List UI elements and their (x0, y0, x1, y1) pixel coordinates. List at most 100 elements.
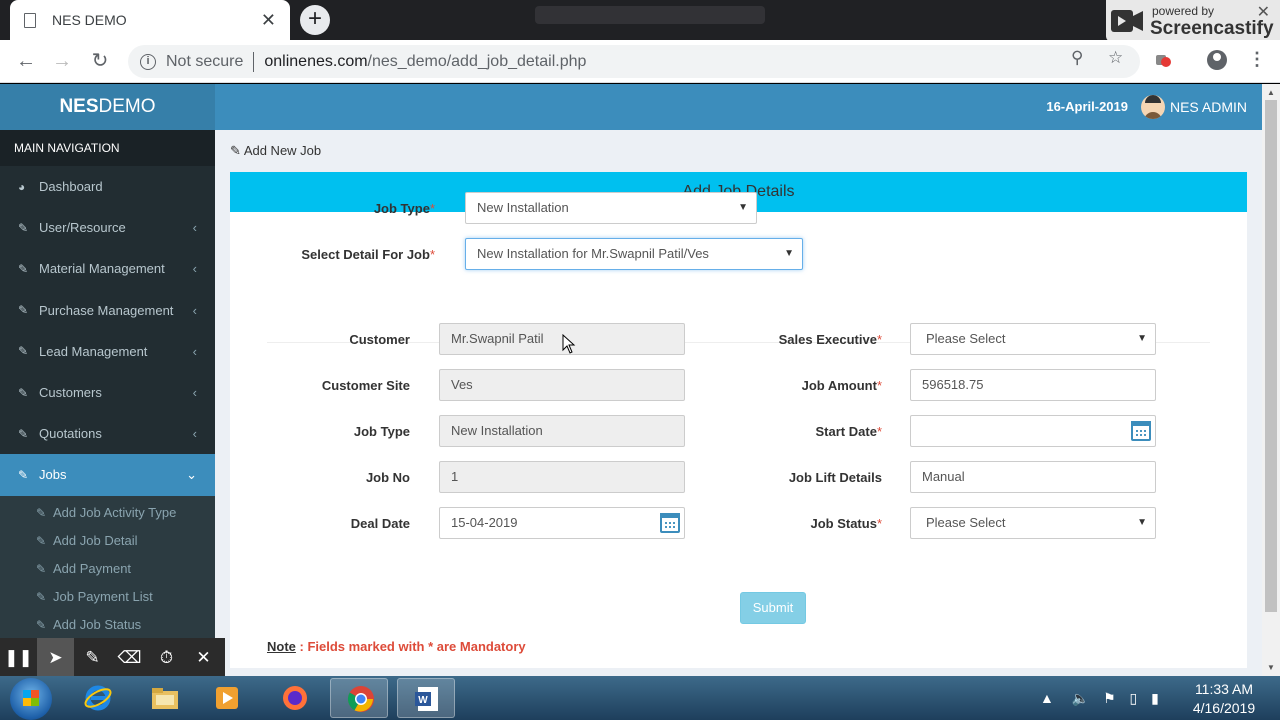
close-icon[interactable]: ✕ (1257, 2, 1270, 22)
chevron-left-icon: ‹ (192, 426, 197, 442)
sidebar-item-user-resource[interactable]: ✎ User/Resource ‹ (0, 207, 215, 248)
main-content: ✎ Add New Job Add Job Details Job Type* … (215, 130, 1262, 676)
new-tab-button[interactable]: + (300, 5, 330, 35)
start-button[interactable] (10, 678, 52, 720)
logo-bold: NES (59, 96, 99, 117)
scroll-down-icon[interactable]: ▼ (1267, 663, 1275, 672)
customer-site-field[interactable]: Ves (439, 369, 685, 401)
customer-label: Customer (349, 332, 410, 347)
start-date-field[interactable] (910, 415, 1156, 447)
edit-icon: ✎ (36, 589, 47, 604)
user-name[interactable]: NES ADMIN (1170, 99, 1247, 115)
sidebar-item-dashboard[interactable]: ◕ Dashboard (0, 166, 215, 207)
scroll-up-icon[interactable]: ▲ (1267, 88, 1275, 97)
show-hidden-icons-icon[interactable]: ▲ (1040, 690, 1054, 706)
sidebar-item-customers[interactable]: ✎ Customers ‹ (0, 372, 215, 413)
select-value: New Installation (477, 200, 569, 215)
sidebar-subitem-add-job-detail[interactable]: ✎ Add Job Detail (0, 527, 215, 555)
taskbar-clock[interactable]: 11:33 AM 4/16/2019 (1184, 680, 1264, 718)
chevron-left-icon: ‹ (192, 220, 197, 236)
clock-time: 11:33 AM (1194, 681, 1254, 697)
screencastify-logo-icon (1111, 10, 1143, 32)
start-date-label: Start Date* (730, 424, 882, 439)
windows-taskbar: W ▲ 🔈 ⚑ ▯ ▮ 11:33 AM 4/16/2019 (0, 676, 1280, 720)
address-bar: ← → ↻ i Not secure onlinenes.com/nes_dem… (0, 40, 1280, 83)
profile-icon[interactable] (1207, 50, 1227, 70)
taskbar-file-explorer[interactable] (135, 678, 193, 718)
document-icon (24, 12, 36, 28)
deal-date-field[interactable]: 15-04-2019 (439, 507, 685, 539)
job-amount-field[interactable]: 596518.75 (910, 369, 1156, 401)
close-tab-icon[interactable]: ✕ (261, 10, 276, 31)
caret-down-icon: ▼ (784, 248, 794, 259)
volume-icon[interactable]: 🔈 (1072, 690, 1089, 706)
power-icon[interactable]: ▯ (1130, 690, 1138, 706)
eraser-icon[interactable]: ⌫ (111, 638, 148, 678)
pointer-icon[interactable]: ➤ (37, 638, 74, 678)
submit-button[interactable]: Submit (740, 592, 806, 624)
browser-tab[interactable]: NES DEMO ✕ (10, 0, 290, 40)
edit-icon: ✎ (18, 344, 29, 359)
calendar-icon[interactable] (1131, 421, 1151, 441)
job-lift-details-label: Job Lift Details (788, 470, 882, 485)
taskbar-media-player[interactable] (197, 678, 255, 718)
sidebar-subitem-add-payment[interactable]: ✎ Add Payment (0, 555, 215, 583)
caret-down-icon: ▼ (738, 202, 748, 213)
sales-executive-select[interactable]: Please Select ▼ (910, 323, 1156, 355)
pause-icon[interactable]: ❚❚ (0, 638, 37, 678)
select-value: Please Select (926, 515, 1006, 530)
menu-icon[interactable]: ⋮ (1248, 49, 1266, 70)
app-logo[interactable]: NESDEMO (0, 84, 215, 130)
sidebar-subitem-job-payment-list[interactable]: ✎ Job Payment List (0, 583, 215, 611)
edit-icon: ✎ (18, 303, 29, 318)
zoom-icon[interactable]: ⚲ (1071, 48, 1083, 68)
sidebar-item-lead-management[interactable]: ✎ Lead Management ‹ (0, 331, 215, 372)
edit-icon: ✎ (230, 143, 241, 158)
edit-icon: ✎ (36, 617, 47, 632)
info-icon[interactable]: i (140, 53, 156, 70)
sidebar-item-quotations[interactable]: ✎ Quotations ‹ (0, 413, 215, 454)
required-mark: * (876, 332, 882, 347)
scrollbar-thumb[interactable] (1265, 100, 1277, 612)
sidebar-subitem-add-job-status[interactable]: ✎ Add Job Status (0, 611, 215, 639)
taskbar-internet-explorer[interactable] (68, 678, 126, 718)
forward-icon[interactable]: → (50, 49, 74, 73)
job-type-readonly-field[interactable]: New Installation (439, 415, 685, 447)
sidebar-subitem-add-job-activity-type[interactable]: ✎ Add Job Activity Type (0, 499, 215, 527)
media-player-icon (216, 687, 238, 709)
edit-icon: ✎ (18, 467, 29, 482)
chevron-left-icon: ‹ (192, 302, 197, 318)
taskbar-word[interactable]: W (397, 678, 455, 718)
avatar[interactable] (1141, 95, 1165, 119)
sidebar-item-label: Quotations (39, 426, 102, 442)
back-icon[interactable]: ← (14, 49, 38, 73)
job-no-field[interactable]: 1 (439, 461, 685, 493)
page-scrollbar[interactable]: ▲ ▼ (1262, 84, 1280, 676)
screencastify-extension-icon[interactable] (1155, 52, 1171, 68)
url-field[interactable]: i Not secure onlinenes.com/nes_demo/add_… (128, 45, 1140, 78)
sidebar-item-label: Jobs (39, 467, 67, 483)
bookmark-star-icon[interactable]: ☆ (1108, 48, 1123, 68)
taskbar-chrome[interactable] (330, 678, 388, 718)
job-status-select[interactable]: Please Select ▼ (910, 507, 1156, 539)
sidebar-item-material-management[interactable]: ✎ Material Management ‹ (0, 248, 215, 289)
required-mark: * (876, 378, 882, 393)
pen-icon[interactable]: ✎ (74, 638, 111, 678)
select-detail-select[interactable]: New Installation for Mr.Swapnil Patil/Ve… (465, 238, 803, 270)
action-center-flag-icon[interactable]: ⚑ (1103, 690, 1116, 706)
date-value: 15-04-2019 (451, 515, 518, 530)
taskbar-firefox[interactable] (265, 678, 323, 718)
job-type-select[interactable]: New Installation ▼ (465, 192, 757, 224)
mouse-cursor-icon (562, 334, 576, 354)
job-lift-details-field[interactable]: Manual (910, 461, 1156, 493)
network-icon[interactable]: ▮ (1151, 690, 1159, 706)
sidebar-item-purchase-management[interactable]: ✎ Purchase Management ‹ (0, 290, 215, 331)
reload-icon[interactable]: ↻ (88, 49, 112, 73)
timer-icon[interactable]: ⏱ (148, 638, 185, 678)
sidebar-item-jobs[interactable]: ✎ Jobs ⌄ (0, 454, 215, 496)
word-icon: W (415, 687, 438, 711)
nav-header: MAIN NAVIGATION (0, 130, 215, 166)
close-icon[interactable]: ✕ (185, 638, 222, 678)
calendar-icon[interactable] (660, 513, 680, 533)
sidebar-item-label: Material Management (39, 261, 165, 277)
